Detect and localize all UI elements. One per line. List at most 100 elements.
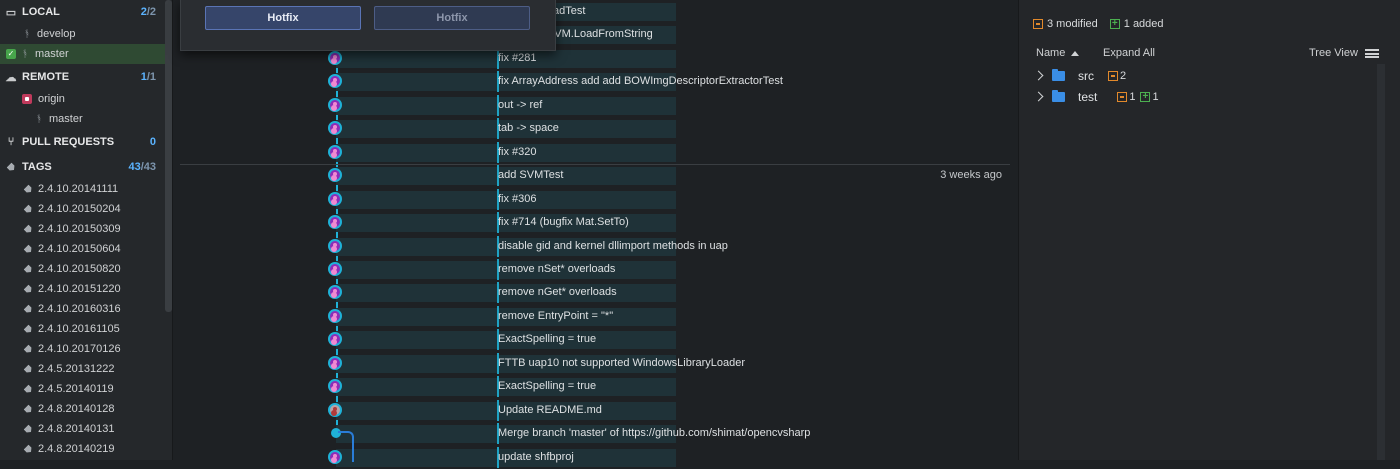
tag-item[interactable]: 2.4.10.20150204 — [0, 199, 165, 219]
pull-request-icon: ⑂ — [7, 136, 15, 148]
tag-item[interactable]: 2.4.10.20151220 — [0, 279, 165, 299]
expand-all-button[interactable]: Expand All — [1103, 47, 1155, 59]
tag-label: 2.4.5.20140119 — [38, 383, 114, 395]
tag-item[interactable]: 2.4.8.20140219 — [0, 439, 165, 459]
commit-row[interactable]: add SVMTest 3 weeks ago — [180, 164, 1010, 187]
commit-row[interactable]: tab -> space — [180, 117, 1010, 140]
commit-author-avatar[interactable] — [328, 308, 342, 323]
modified-count-label: 3 modified — [1047, 18, 1098, 30]
tag-icon — [24, 284, 34, 294]
tag-item[interactable]: 2.4.10.20170126 — [0, 339, 165, 359]
tag-item[interactable]: 2.4.10.20150820 — [0, 259, 165, 279]
tag-item[interactable]: 2.4.10.20161105 — [0, 319, 165, 339]
commit-row[interactable]: Update README.md — [180, 399, 1010, 422]
tag-item[interactable]: 2.4.10.20150309 — [0, 219, 165, 239]
commit-author-avatar[interactable] — [328, 261, 342, 276]
commit-graph: est.SaveLoadTestLoad and SVM.LoadFromStr… — [180, 0, 1010, 468]
tag-label: 2.4.10.20151220 — [38, 283, 121, 295]
change-summary: 3 modified + 1 added — [1033, 17, 1164, 31]
remote-origin[interactable]: origin — [0, 89, 165, 109]
branch-item-develop[interactable]: ᚬ develop — [0, 24, 165, 44]
commit-author-avatar[interactable] — [328, 50, 342, 65]
sidebar-scrollbar[interactable] — [165, 0, 172, 312]
pull-requests-section-header[interactable]: ⑂ PULL REQUESTS 0 — [0, 131, 165, 153]
menu-icon[interactable] — [1365, 49, 1379, 58]
branch-label: master — [49, 113, 83, 125]
commit-row[interactable]: remove EntryPoint = "*" — [180, 305, 1010, 328]
branch-icon: ᚬ — [24, 28, 30, 40]
tree-view-toggle[interactable]: Tree View — [1309, 47, 1358, 59]
commit-message: out -> ref — [498, 98, 543, 111]
commit-row[interactable]: ExactSpelling = true — [180, 375, 1010, 398]
commit-author-avatar[interactable] — [328, 238, 342, 253]
folder-row-src[interactable]: src 2 — [1019, 65, 1379, 86]
commit-author-avatar[interactable] — [328, 191, 342, 206]
tag-label: 2.4.10.20150204 — [38, 203, 121, 215]
tag-item[interactable]: 2.4.5.20140119 — [0, 379, 165, 399]
tag-item[interactable]: 2.4.10.20160316 — [0, 299, 165, 319]
hotfix-button-primary[interactable]: Hotfix — [205, 6, 361, 30]
commit-message: remove EntryPoint = "*" — [498, 309, 614, 322]
commit-author-avatar[interactable] — [328, 215, 342, 230]
file-changes-panel: 3 modified + 1 added Name Expand All Tre… — [1018, 0, 1400, 460]
origin-avatar-icon — [22, 94, 32, 104]
tag-icon — [24, 224, 34, 234]
commit-row[interactable]: remove nGet* overloads — [180, 281, 1010, 304]
sort-by-name-button[interactable]: Name — [1036, 47, 1080, 59]
commit-author-avatar[interactable] — [328, 402, 342, 417]
commit-message: remove nSet* overloads — [498, 262, 616, 275]
commit-row[interactable]: fix #306 — [180, 188, 1010, 211]
tag-item[interactable]: 2.4.8.20140131 — [0, 419, 165, 439]
sidebar: ▭ LOCAL 2/2 ᚬ develop ✓ ᚬ master ☁ REMOT… — [0, 0, 173, 460]
commit-message: FTTB uap10 not supported WindowsLibraryL… — [498, 356, 746, 369]
commit-row[interactable]: FTTB uap10 not supported WindowsLibraryL… — [180, 352, 1010, 375]
commit-message: remove nGet* overloads — [498, 286, 617, 299]
modified-icon — [1033, 19, 1043, 29]
modified-icon — [1117, 91, 1128, 102]
computer-icon: ▭ — [5, 6, 17, 19]
commit-row[interactable]: out -> ref — [180, 94, 1010, 117]
commit-row[interactable]: update shfbproj — [180, 446, 1010, 469]
chevron-right-icon[interactable] — [1033, 91, 1044, 102]
tags-section-header[interactable]: TAGS 43/43 — [0, 156, 165, 178]
tag-label: 2.4.10.20141111 — [38, 183, 119, 195]
tag-icon — [5, 161, 17, 173]
tag-icon — [24, 424, 34, 434]
pull-requests-count: 0 — [149, 136, 156, 148]
commit-row[interactable]: disable gid and kernel dllimport methods… — [180, 235, 1010, 258]
sort-ascending-icon — [1071, 50, 1080, 56]
commit-author-avatar[interactable] — [328, 355, 342, 370]
tag-item[interactable]: 2.4.5.20131222 — [0, 359, 165, 379]
tag-icon — [24, 384, 34, 394]
remote-branch-master[interactable]: ᚬ master — [0, 109, 165, 129]
commit-row[interactable]: Merge branch 'master' of https://github.… — [180, 422, 1010, 445]
folder-change-badges: 1 + 1 — [1117, 91, 1159, 103]
commit-row[interactable]: ExactSpelling = true — [180, 328, 1010, 351]
commit-message: Update README.md — [498, 403, 602, 416]
hotfix-button-secondary[interactable]: Hotfix — [374, 6, 530, 30]
commit-row[interactable]: fix ArrayAddress add add BOWImgDescripto… — [180, 70, 1010, 93]
folder-row-test[interactable]: test 1 + 1 — [1019, 86, 1379, 107]
tag-icon — [24, 344, 34, 354]
tag-label: 2.4.5.20131222 — [38, 363, 115, 375]
commit-message: tab -> space — [498, 122, 559, 135]
tag-item[interactable]: 2.4.10.20150604 — [0, 239, 165, 259]
remote-section-header[interactable]: ☁ REMOTE 1/1 — [0, 66, 165, 88]
file-list-scrollbar[interactable] — [1377, 64, 1385, 460]
file-list-header: Name Expand All Tree View — [1019, 44, 1400, 64]
commit-message: fix #306 — [498, 192, 537, 205]
commit-author-avatar[interactable] — [328, 144, 342, 159]
tag-icon — [24, 364, 34, 374]
branch-label: master — [35, 48, 69, 60]
tags-label: TAGS — [22, 161, 52, 173]
local-count: 2/2 — [140, 6, 156, 18]
chevron-right-icon[interactable] — [1033, 70, 1044, 81]
branch-item-master[interactable]: ✓ ᚬ master — [0, 44, 165, 64]
tag-item[interactable]: 2.4.10.20141111 — [0, 179, 165, 199]
commit-row[interactable]: remove nSet* overloads — [180, 258, 1010, 281]
commit-row[interactable]: fix #714 (bugfix Mat.SetTo) — [180, 211, 1010, 234]
tag-item[interactable]: 2.4.8.20140128 — [0, 399, 165, 419]
commit-row[interactable]: fix #320 — [180, 141, 1010, 164]
local-section-header[interactable]: ▭ LOCAL 2/2 — [0, 1, 165, 23]
commit-author-avatar[interactable] — [328, 97, 342, 112]
